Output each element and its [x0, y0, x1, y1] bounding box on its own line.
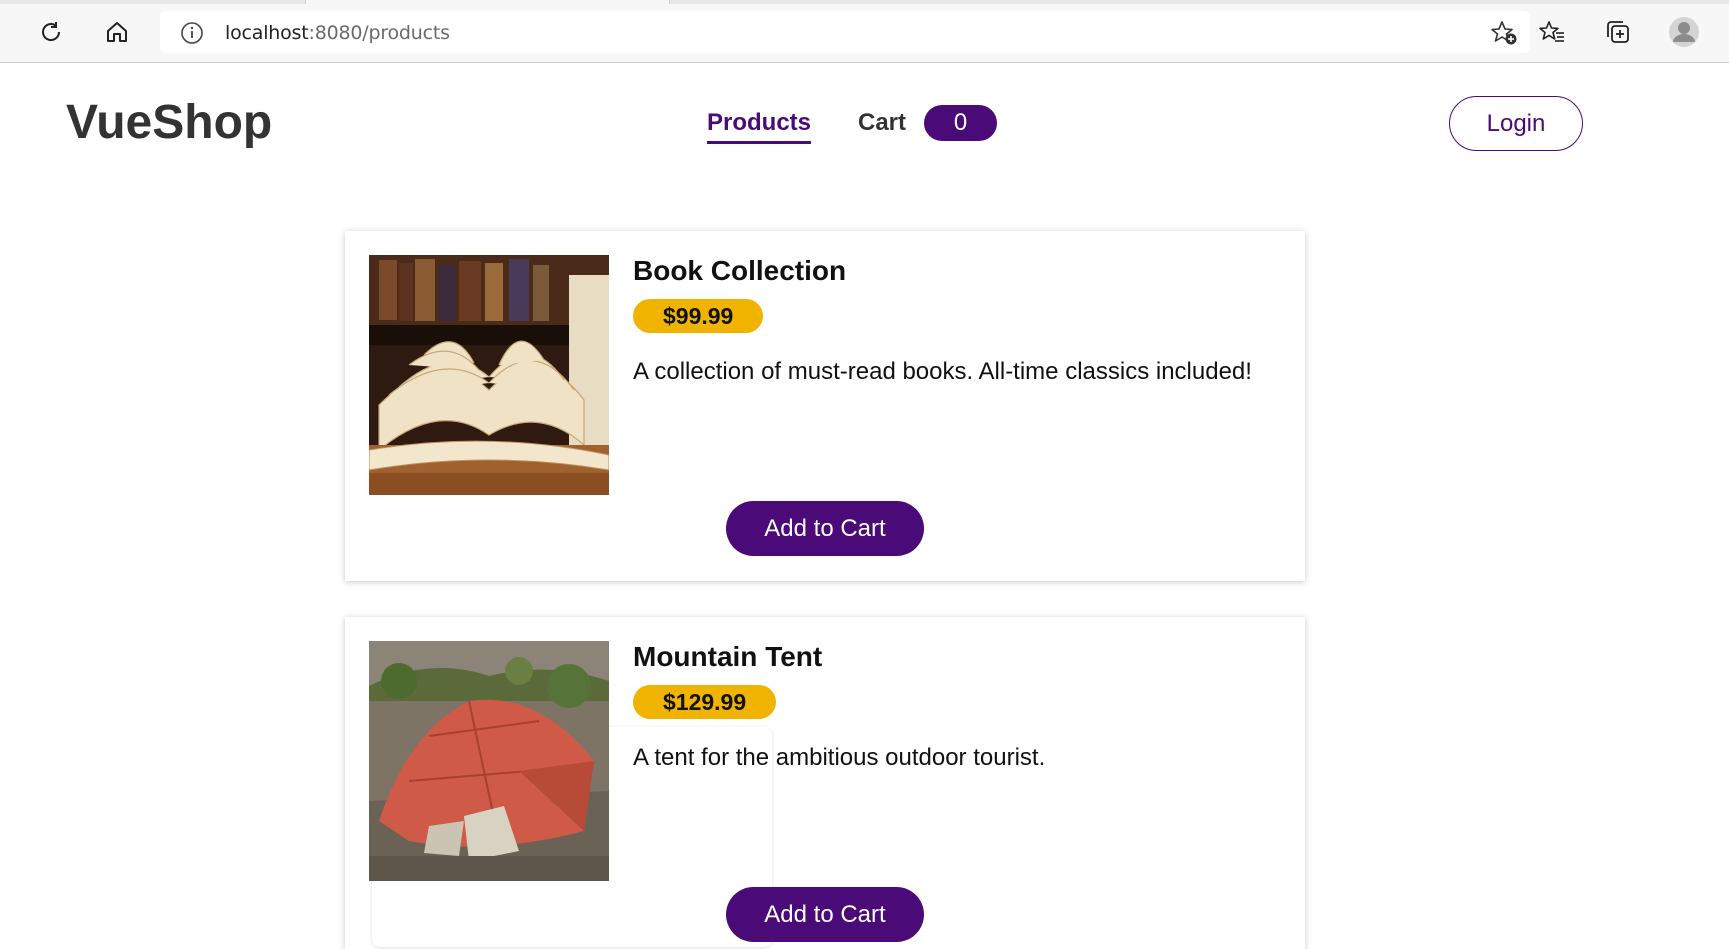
product-description: A collection of must-read books. All-tim…	[633, 358, 1252, 385]
url-host: localhost	[225, 22, 309, 44]
profile-icon[interactable]	[1666, 14, 1702, 50]
home-icon[interactable]	[99, 14, 135, 50]
cart-count-badge[interactable]: 0	[924, 105, 997, 141]
open-books-image	[369, 255, 609, 495]
url-text[interactable]: localhost:8080/products	[225, 22, 450, 44]
nav-cart-link[interactable]: Cart	[858, 109, 906, 137]
address-bar[interactable]: localhost:8080/products	[160, 11, 1530, 53]
product-image[interactable]	[369, 641, 609, 881]
url-path: :8080/products	[308, 22, 451, 44]
product-title: Mountain Tent	[633, 641, 823, 672]
product-card: Mountain Tent $129.99 A tent for the amb…	[345, 617, 1305, 949]
active-tab[interactable]	[305, 0, 670, 4]
tab-strip	[0, 0, 1729, 4]
reload-icon[interactable]	[33, 14, 69, 50]
add-favorite-icon[interactable]	[1490, 20, 1518, 51]
login-button[interactable]: Login	[1449, 96, 1583, 151]
product-title: Book Collection	[633, 255, 847, 286]
site-info-icon[interactable]	[180, 21, 204, 50]
add-to-cart-button[interactable]: Add to Cart	[726, 501, 924, 556]
product-card: Book Collection $99.99 A collection of m…	[345, 231, 1305, 581]
red-tent-image	[369, 641, 609, 881]
add-to-cart-button[interactable]: Add to Cart	[726, 887, 924, 942]
product-price-badge: $129.99	[633, 685, 777, 719]
nav-products-link[interactable]: Products	[707, 109, 812, 144]
favorites-icon[interactable]	[1534, 14, 1570, 50]
product-image[interactable]	[369, 255, 609, 495]
collections-icon[interactable]	[1600, 14, 1636, 50]
browser-toolbar: localhost:8080/products	[0, 0, 1729, 63]
product-price-badge: $99.99	[633, 299, 764, 333]
brand-logo[interactable]: VueShop	[66, 95, 272, 150]
product-description: A tent for the ambitious outdoor tourist…	[633, 744, 1046, 771]
